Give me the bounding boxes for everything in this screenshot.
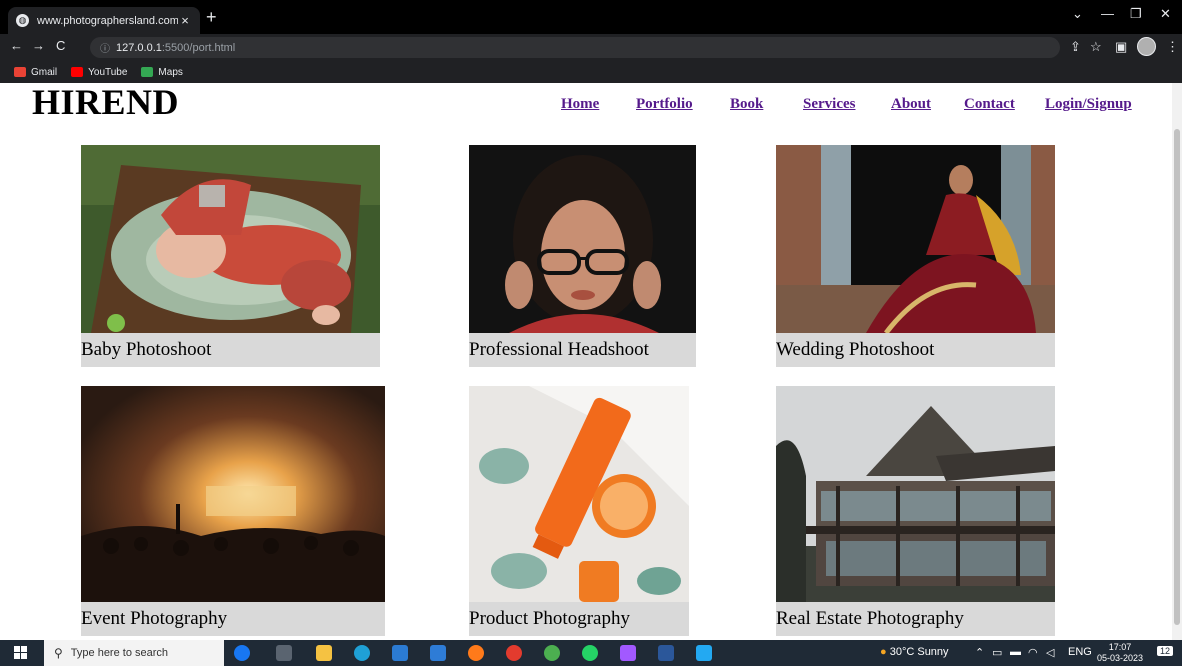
opera-icon[interactable]	[506, 645, 522, 661]
bookmarks-bar: Gmail YouTube Maps	[0, 61, 1182, 83]
page-viewport: HIREND Home Portfolio Book Services Abou…	[0, 83, 1172, 640]
weather-widget[interactable]: ● 30°C Sunny	[880, 646, 949, 658]
menu-dots-icon[interactable]: ⋮	[1166, 39, 1179, 55]
browser-tabstrip: ◍ www.photographersland.com × + ⌄ — ❐ ✕	[0, 0, 1182, 34]
tab-close-button[interactable]: ×	[178, 13, 192, 28]
bing-icon[interactable]	[234, 645, 250, 661]
maps-icon	[141, 67, 154, 77]
weather-text: 30°C Sunny	[889, 646, 949, 658]
bookmark-gmail[interactable]: Gmail	[14, 67, 57, 78]
card-caption: Product Photography	[469, 602, 689, 636]
site-info-icon[interactable]: ⓘ	[100, 40, 110, 55]
nav-book[interactable]: Book	[730, 96, 763, 113]
gallery-card-real-estate[interactable]: Real Estate Photography	[776, 386, 1055, 636]
gallery-card-product[interactable]: Product Photography	[469, 386, 689, 636]
bookmark-label: YouTube	[88, 66, 128, 78]
profile-avatar[interactable]	[1137, 37, 1156, 56]
nav-contact[interactable]: Contact	[964, 96, 1015, 113]
wedding-photo	[776, 145, 1055, 333]
address-bar[interactable]: ⓘ 127.0.0.1:5500/port.html	[90, 37, 1060, 58]
sun-icon: ●	[880, 646, 887, 658]
card-caption: Real Estate Photography	[776, 602, 1055, 636]
nav-services[interactable]: Services	[803, 96, 855, 113]
restore-icon[interactable]: ❐	[1130, 6, 1142, 22]
gallery-card-event[interactable]: Event Photography	[81, 386, 385, 636]
card-caption: Professional Headshoot	[469, 333, 696, 367]
show-hidden-icons[interactable]: ⌃	[975, 646, 984, 659]
volume-icon[interactable]: ◁	[1046, 646, 1054, 659]
nav-portfolio[interactable]: Portfolio	[636, 96, 693, 113]
scrollbar-thumb[interactable]	[1174, 129, 1180, 625]
card-caption: Event Photography	[81, 602, 385, 636]
card-caption: Wedding Photoshoot	[776, 333, 1055, 367]
edge-icon[interactable]	[354, 645, 370, 661]
gallery-card-headshot[interactable]: Professional Headshoot	[469, 145, 696, 367]
battery-icon[interactable]: ▬	[1010, 646, 1021, 658]
headshot-photo	[469, 145, 696, 333]
side-panel-icon[interactable]: ▣	[1115, 39, 1127, 55]
bookmark-maps[interactable]: Maps	[141, 66, 183, 78]
main-nav: Home Portfolio Book Services About Conta…	[0, 96, 1172, 116]
network-icon[interactable]: ▭	[992, 646, 1002, 659]
bookmark-label: Gmail	[31, 66, 58, 78]
page-scrollbar[interactable]	[1172, 83, 1182, 640]
taskbar-search[interactable]: ⚲ Type here to search	[44, 640, 224, 666]
nav-home[interactable]: Home	[561, 96, 599, 113]
house-photo	[776, 386, 1055, 602]
bookmark-star-icon[interactable]: ☆	[1090, 39, 1102, 55]
card-caption: Baby Photoshoot	[81, 333, 380, 367]
chrome-icon[interactable]	[544, 645, 560, 661]
firefox-icon[interactable]	[468, 645, 484, 661]
back-icon[interactable]: ←	[10, 38, 23, 53]
url-path: :5500/port.html	[161, 41, 236, 54]
bookmark-youtube[interactable]: YouTube	[71, 67, 127, 78]
language-indicator[interactable]: ENG	[1068, 646, 1092, 658]
tab-search-icon[interactable]: ⌄	[1072, 6, 1083, 22]
product-photo	[469, 386, 689, 602]
notification-icon[interactable]: 12	[1157, 646, 1174, 656]
vscode-icon[interactable]	[696, 645, 712, 661]
task-view-icon[interactable]	[276, 645, 292, 661]
nav-about[interactable]: About	[891, 96, 931, 113]
browser-tab[interactable]: ◍ www.photographersland.com ×	[8, 7, 200, 34]
clock-time: 17:07	[1108, 642, 1132, 652]
baby-photo	[81, 145, 380, 333]
search-icon: ⚲	[54, 646, 63, 660]
figma-icon[interactable]	[620, 645, 636, 661]
bookmark-label: Maps	[158, 66, 183, 78]
share-icon[interactable]: ⇪	[1070, 39, 1081, 55]
whatsapp-icon[interactable]	[582, 645, 598, 661]
file-explorer-icon[interactable]	[316, 645, 332, 661]
concert-photo	[81, 386, 385, 602]
gallery-card-baby[interactable]: Baby Photoshoot	[81, 145, 380, 367]
taskbar-clock[interactable]: 17:07 05-03-2023	[1094, 642, 1146, 664]
windows-taskbar: ⚲ Type here to search ● 30°C Sunny ⌃ ▭ ▬…	[0, 640, 1182, 666]
clock-date: 05-03-2023	[1096, 653, 1144, 663]
new-tab-button[interactable]: +	[206, 8, 217, 26]
store-icon[interactable]	[392, 645, 408, 661]
globe-icon: ◍	[16, 14, 29, 27]
minimize-icon[interactable]: —	[1101, 6, 1114, 21]
word-icon[interactable]	[658, 645, 674, 661]
windows-start-icon[interactable]	[14, 646, 28, 660]
browser-toolbar: ← → C ⓘ 127.0.0.1:5500/port.html ⇪ ☆ ▣ ⋮	[0, 34, 1182, 61]
url-host: 127.0.0.1	[116, 41, 162, 54]
forward-icon[interactable]: →	[32, 38, 45, 53]
close-window-icon[interactable]: ✕	[1160, 6, 1171, 22]
nav-login-signup[interactable]: Login/Signup	[1045, 96, 1132, 113]
gmail-icon	[14, 67, 26, 77]
search-placeholder: Type here to search	[70, 647, 169, 659]
tab-title: www.photographersland.com	[37, 14, 178, 27]
gallery-card-wedding[interactable]: Wedding Photoshoot	[776, 145, 1055, 367]
reload-icon[interactable]: C	[56, 38, 65, 53]
wifi-icon[interactable]: ◠	[1028, 646, 1038, 659]
mail-icon[interactable]	[430, 645, 446, 661]
youtube-icon	[71, 67, 84, 77]
